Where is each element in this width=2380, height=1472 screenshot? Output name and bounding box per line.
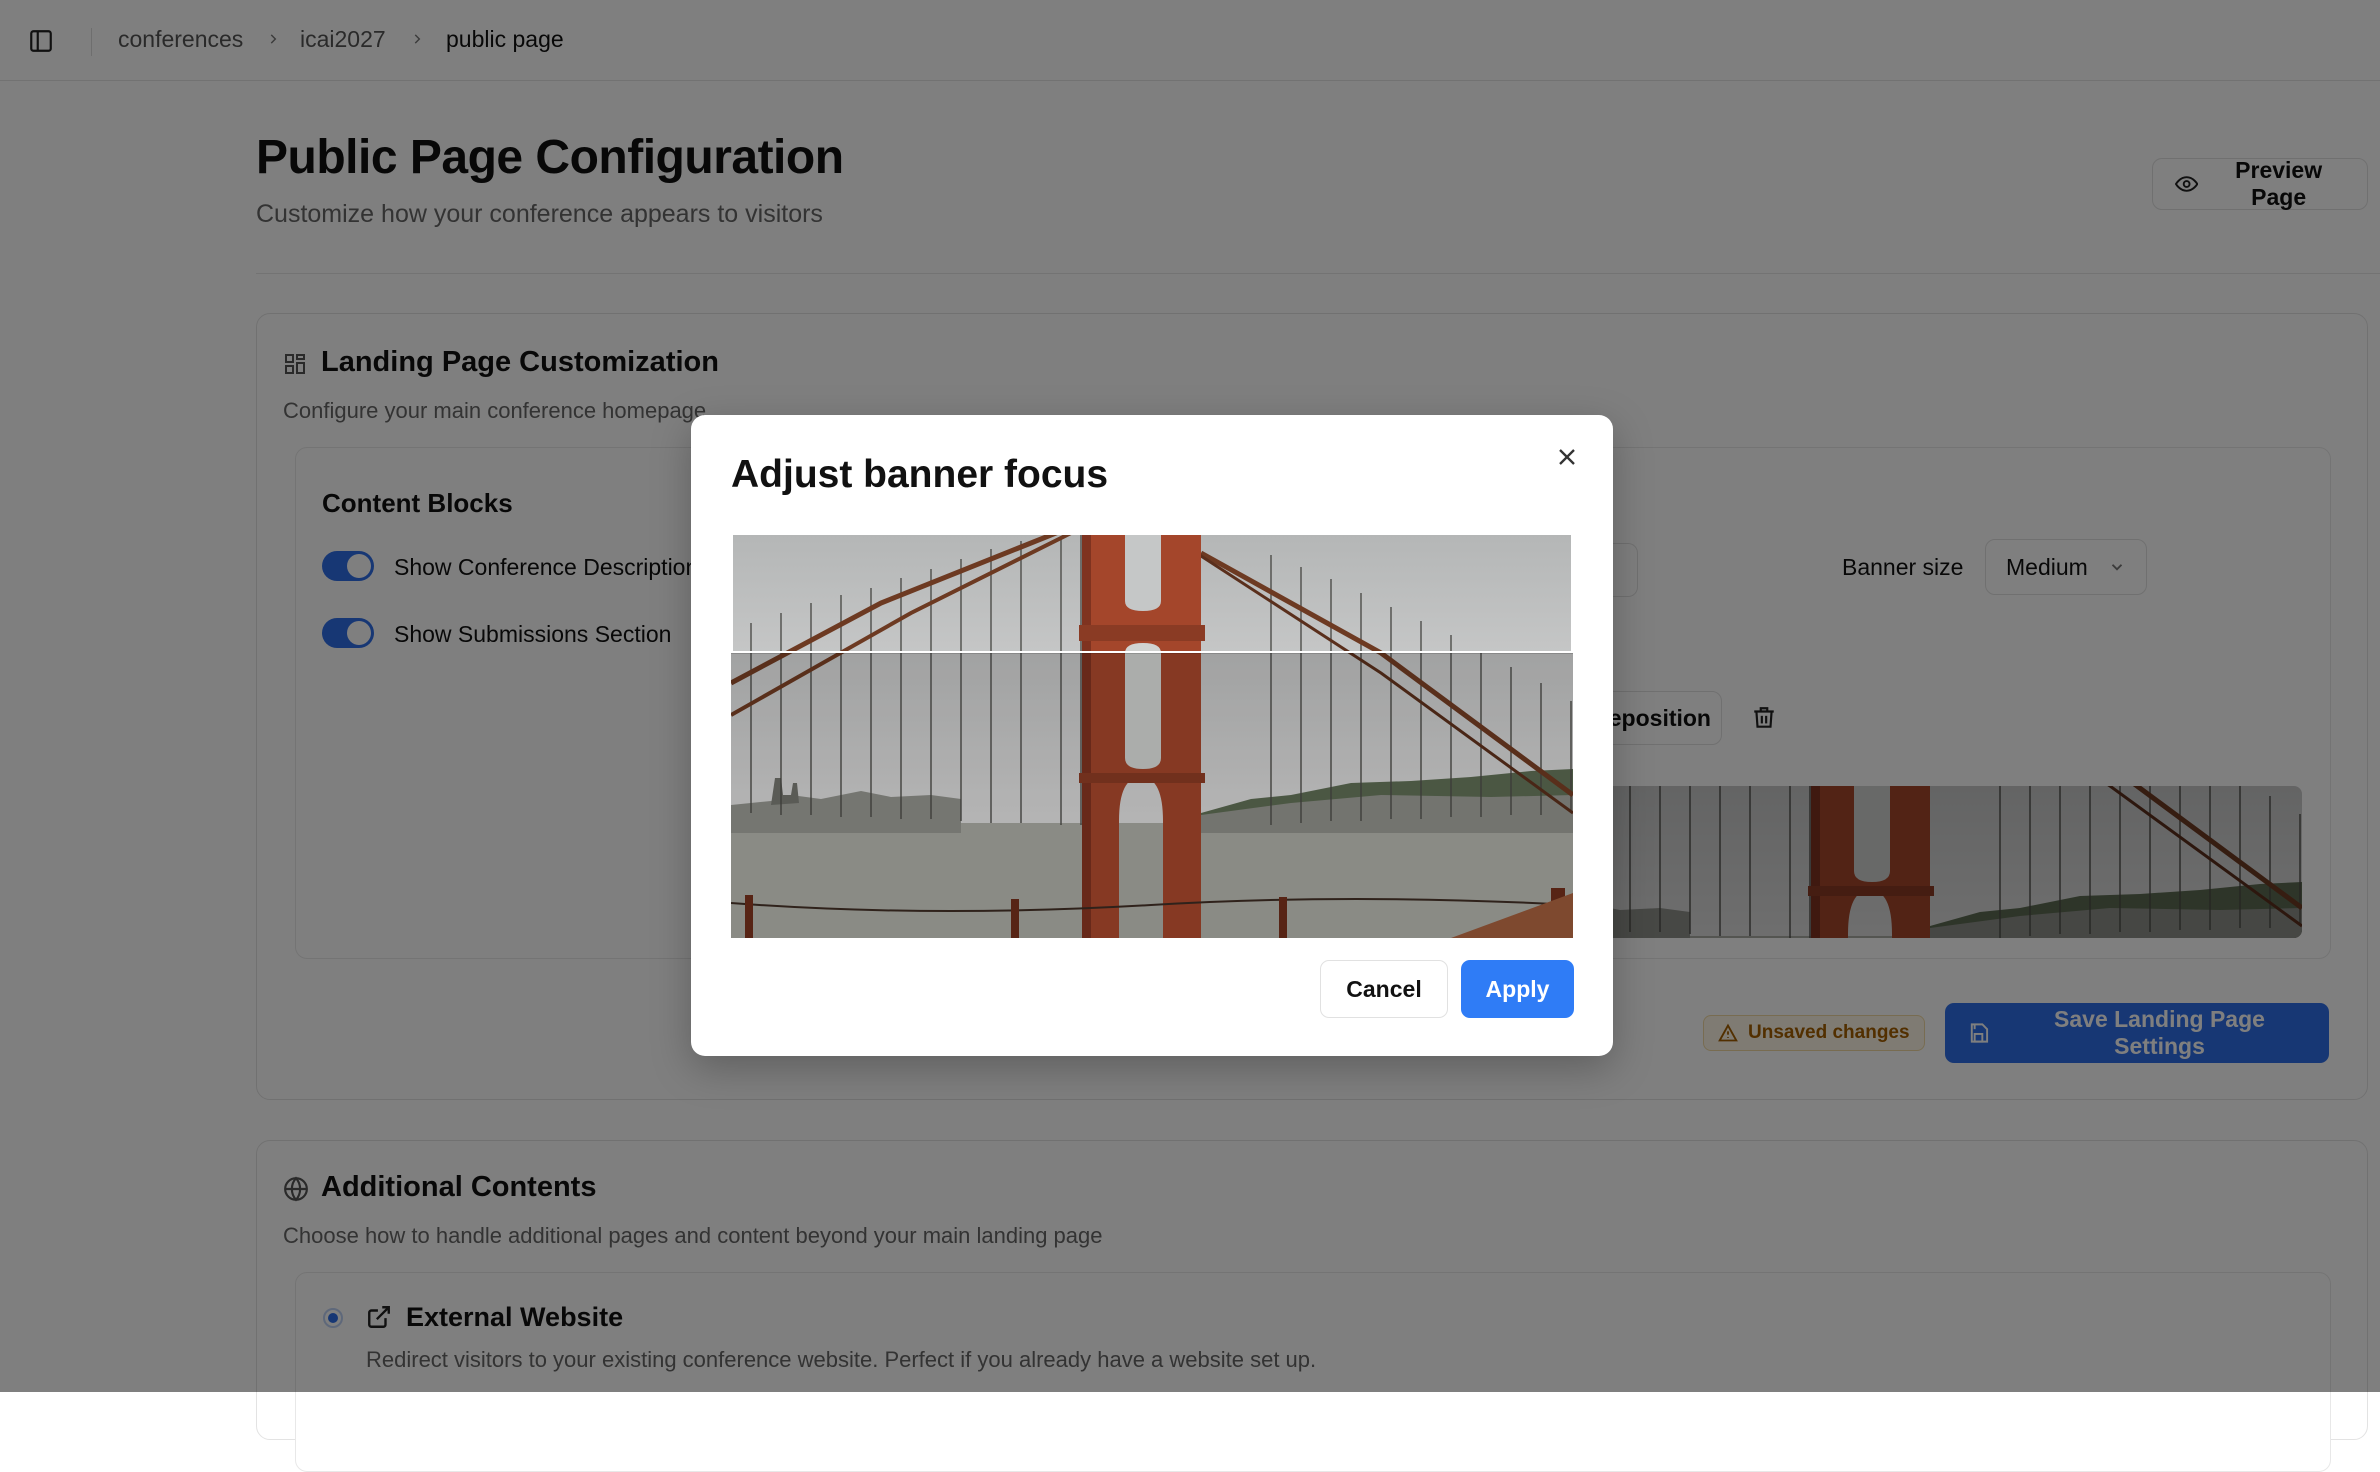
- dialog-title: Adjust banner focus: [731, 453, 1109, 496]
- close-icon[interactable]: [1553, 443, 1581, 471]
- crop-dim-overlay: [731, 653, 1573, 938]
- apply-button[interactable]: Apply: [1461, 960, 1574, 1018]
- adjust-banner-dialog: Adjust banner focus Cancel Apply: [691, 415, 1613, 1056]
- cancel-button[interactable]: Cancel: [1320, 960, 1448, 1018]
- banner-crop-area[interactable]: [731, 533, 1573, 938]
- crop-frame-handle[interactable]: [731, 533, 1573, 653]
